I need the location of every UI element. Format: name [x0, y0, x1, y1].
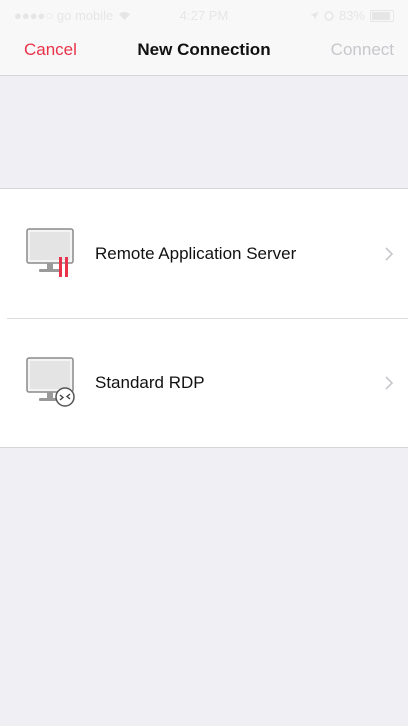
monitor-ras-icon — [26, 227, 74, 277]
chevron-right-icon — [385, 246, 394, 261]
connection-option-label: Remote Application Server — [95, 243, 297, 263]
chevron-right-icon — [385, 375, 394, 390]
connection-type-list: Remote Application Server Standard RDP — [0, 188, 408, 448]
new-connection-screen: ●●●●○ go mobile 4:27 PM 83% Cancel New C… — [0, 0, 408, 726]
alarm-clock-icon — [324, 10, 334, 21]
connection-option-rdp[interactable]: Standard RDP — [0, 318, 408, 447]
navigation-bar: Cancel New Connection Connect — [0, 30, 408, 76]
status-indicators: 83% — [310, 8, 394, 23]
status-bar: ●●●●○ go mobile 4:27 PM 83% — [0, 0, 408, 30]
connection-option-label: Standard RDP — [95, 372, 205, 392]
connection-option-ras[interactable]: Remote Application Server — [0, 189, 408, 318]
connect-button[interactable]: Connect — [331, 40, 394, 60]
battery-level — [372, 11, 391, 20]
location-arrow-icon — [310, 11, 319, 20]
battery-percentage: 83% — [338, 8, 365, 23]
battery-icon — [370, 9, 394, 22]
monitor-rdp-icon — [26, 356, 75, 407]
cancel-button[interactable]: Cancel — [24, 40, 77, 60]
